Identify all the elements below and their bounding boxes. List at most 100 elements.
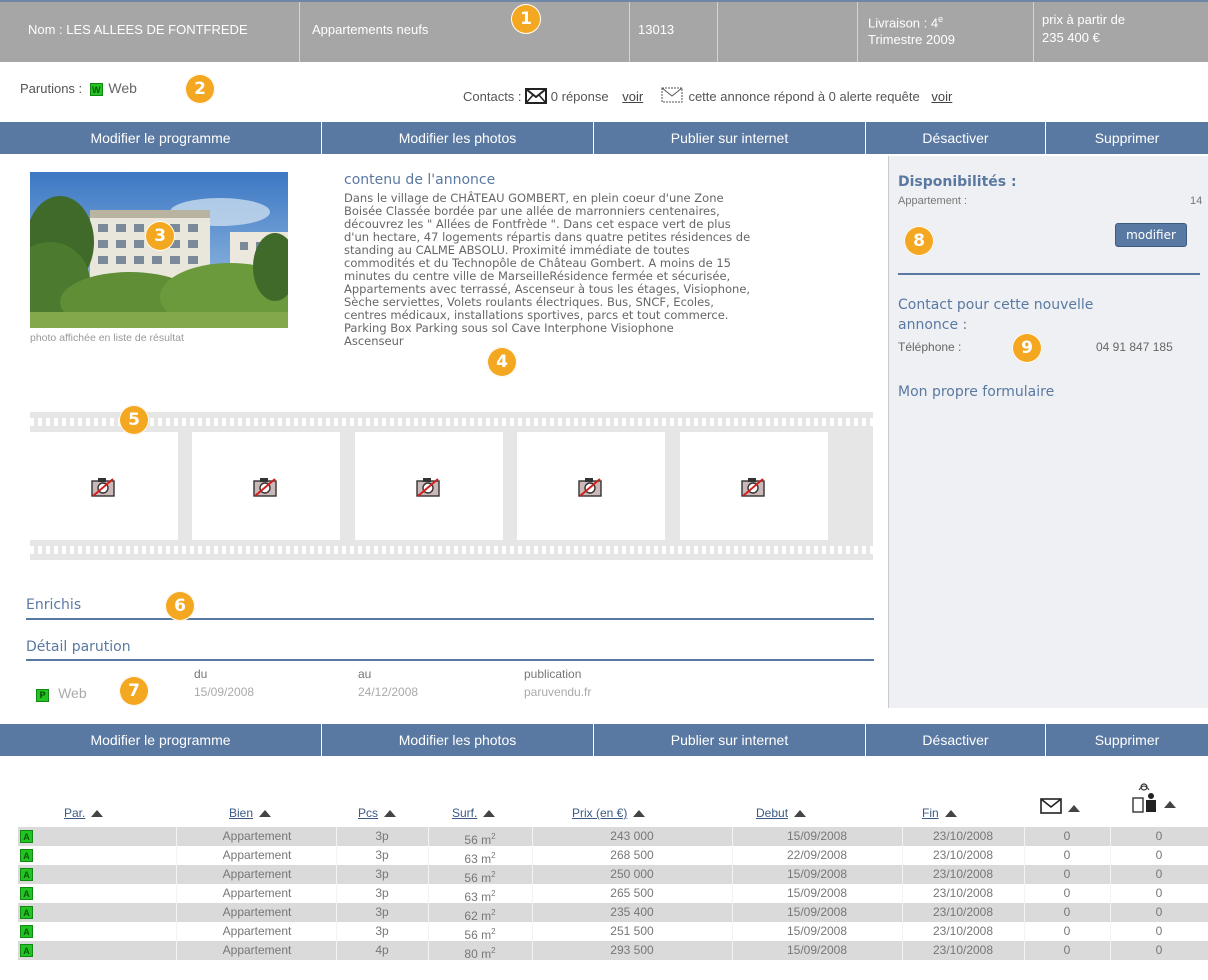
cell-debut: 15/09/2008 xyxy=(786,829,848,843)
contact-title-2: annonce : xyxy=(898,317,968,333)
cell-msg: 0 xyxy=(1063,905,1071,919)
col-header-bien[interactable]: Bien xyxy=(229,806,272,820)
envelope-icon xyxy=(1040,798,1062,814)
cell-msg: 0 xyxy=(1063,924,1071,938)
supprimer-button[interactable]: Supprimer xyxy=(1046,122,1208,154)
cell-alert: 0 xyxy=(1155,848,1163,862)
col-header-par-label: Par. xyxy=(64,806,86,820)
row-par-badge: A xyxy=(20,887,33,900)
no-photo-icon xyxy=(91,478,115,497)
surf-unit-sup: 2 xyxy=(491,832,496,841)
contacts-row: Contacts : 0 réponse voir cette annonce … xyxy=(463,86,952,104)
contacts-alerte: cette annonce répond à 0 alerte requête xyxy=(688,89,920,104)
modifier-programme-button-bottom[interactable]: Modifier le programme xyxy=(0,724,322,756)
header-livraison-1: Livraison : 4e xyxy=(868,14,943,30)
row-par-badge: A xyxy=(20,944,33,957)
marker-9: 9 xyxy=(1012,333,1042,363)
detail-au-value: 24/12/2008 xyxy=(358,685,419,699)
no-photo-icon xyxy=(578,478,602,497)
publier-internet-button[interactable]: Publier sur internet xyxy=(594,122,866,154)
cell-bien: Appartement xyxy=(222,924,292,938)
cell-debut: 15/09/2008 xyxy=(786,886,848,900)
cell-debut: 15/09/2008 xyxy=(786,905,848,919)
marker-2: 2 xyxy=(185,74,215,104)
photo-slot-3[interactable] xyxy=(355,432,503,540)
detail-du-value: 15/09/2008 xyxy=(194,685,255,699)
col-header-surf[interactable]: Surf. xyxy=(452,806,496,820)
modifier-programme-button[interactable]: Modifier le programme xyxy=(0,122,322,154)
parutions-label: Parutions : xyxy=(20,81,83,96)
table-row[interactable]: A Appartement 3p 56 m2 250 000 15/09/2008 23/1… xyxy=(18,865,1208,885)
col-header-par[interactable]: Par. xyxy=(64,806,104,820)
header-prix-2: 235 400 € xyxy=(1042,30,1100,45)
photo-slot-2[interactable] xyxy=(192,432,340,540)
surf-unit-sup: 2 xyxy=(491,946,496,955)
header-code: 13013 xyxy=(638,22,675,37)
header-prix-cell: prix à partir de 235 400 € xyxy=(1034,2,1208,62)
sort-up-icon xyxy=(384,810,397,818)
table-row[interactable]: A Appartement 3p 56 m2 251 500 15/09/2008 23/1… xyxy=(18,922,1208,942)
cell-prix: 268 500 xyxy=(610,848,654,862)
modifier-photos-button[interactable]: Modifier les photos xyxy=(322,122,594,154)
alerte-voir-link[interactable]: voir xyxy=(931,89,952,104)
desactiver-button-bottom[interactable]: Désactiver xyxy=(866,724,1046,756)
cell-pcs: 3p xyxy=(375,829,389,843)
cell-pcs: 3p xyxy=(375,848,389,862)
cell-separator xyxy=(176,827,177,846)
detail-parution-divider xyxy=(26,659,874,661)
publier-internet-button-bottom[interactable]: Publier sur internet xyxy=(594,724,866,756)
surf-unit-sup: 2 xyxy=(491,851,496,860)
modifier-photos-button-bottom[interactable]: Modifier les photos xyxy=(322,724,594,756)
table-row[interactable]: A Appartement 3p 56 m2 243 000 15/09/2008 23/1… xyxy=(18,827,1208,847)
cell-separator xyxy=(176,865,177,884)
program-header: Nom : LES ALLEES DE FONTFREDE Appartemen… xyxy=(0,0,1208,62)
disponibilite-label: Appartement : xyxy=(898,195,968,207)
desactiver-button[interactable]: Désactiver xyxy=(866,122,1046,154)
cell-bien: Appartement xyxy=(222,848,292,862)
photo-slot-1[interactable] xyxy=(30,432,178,540)
table-row[interactable]: A Appartement 3p 62 m2 235 400 15/09/2008 23/1… xyxy=(18,903,1208,923)
alert-person-icon xyxy=(1132,783,1156,813)
col-header-prix[interactable]: Prix (en €) xyxy=(572,806,646,820)
no-photo-icon xyxy=(416,478,440,497)
contacts-voir-link[interactable]: voir xyxy=(622,89,643,104)
col-header-pcs[interactable]: Pcs xyxy=(358,806,397,820)
annonce-line: Parking Box Parking sous sol Cave Interp… xyxy=(344,321,674,335)
photo-slot-5[interactable] xyxy=(680,432,828,540)
col-header-messages[interactable] xyxy=(1040,798,1080,815)
header-prix-1: prix à partir de xyxy=(1042,12,1126,27)
table-row[interactable]: A Appartement 4p 80 m2 293 500 15/09/2008 23/1… xyxy=(18,941,1208,961)
supprimer-button-bottom[interactable]: Supprimer xyxy=(1046,724,1208,756)
header-nom-cell: Nom : LES ALLEES DE FONTFREDE xyxy=(0,2,300,62)
row-par-badge: A xyxy=(20,906,33,919)
cell-bien: Appartement xyxy=(222,943,292,957)
table-row[interactable]: A Appartement 3p 63 m2 265 500 15/09/2008 23/1… xyxy=(18,884,1208,904)
cell-surf: 56 m2 xyxy=(464,870,496,885)
table-row[interactable]: A Appartement 3p 63 m2 268 500 22/09/2008 23/1… xyxy=(18,846,1208,866)
cell-surf: 62 m2 xyxy=(464,908,496,923)
modifier-disponibilites-button[interactable]: modifier xyxy=(1115,223,1187,247)
photo-slot-4[interactable] xyxy=(517,432,665,540)
col-header-alerts[interactable] xyxy=(1130,782,1176,814)
col-header-debut[interactable]: Debut xyxy=(756,806,807,820)
surf-unit-sup: 2 xyxy=(491,889,496,898)
col-header-surf-label: Surf. xyxy=(452,806,478,820)
row-par-badge: A xyxy=(20,868,33,881)
enrichis-title: Enrichis xyxy=(26,597,82,613)
sort-up-icon xyxy=(1164,801,1176,809)
cell-debut: 15/09/2008 xyxy=(786,924,848,938)
cell-debut: 15/09/2008 xyxy=(786,867,848,881)
detail-web-row: P Web xyxy=(36,683,87,702)
parution-web-label: Web xyxy=(108,80,137,96)
mon-propre-formulaire-link[interactable]: Mon propre formulaire xyxy=(898,384,1054,400)
sort-up-icon xyxy=(1068,805,1080,813)
detail-du-label: du xyxy=(194,667,208,681)
cell-alert: 0 xyxy=(1155,867,1163,881)
telephone-label: Téléphone : xyxy=(898,340,962,354)
col-header-fin[interactable]: Fin xyxy=(922,806,957,820)
cell-bien: Appartement xyxy=(222,905,292,919)
cell-surf: 63 m2 xyxy=(464,889,496,904)
header-livraison-cell: Livraison : 4e Trimestre 2009 xyxy=(858,2,1034,62)
cell-debut: 22/09/2008 xyxy=(786,848,848,862)
sort-up-icon xyxy=(483,810,496,818)
